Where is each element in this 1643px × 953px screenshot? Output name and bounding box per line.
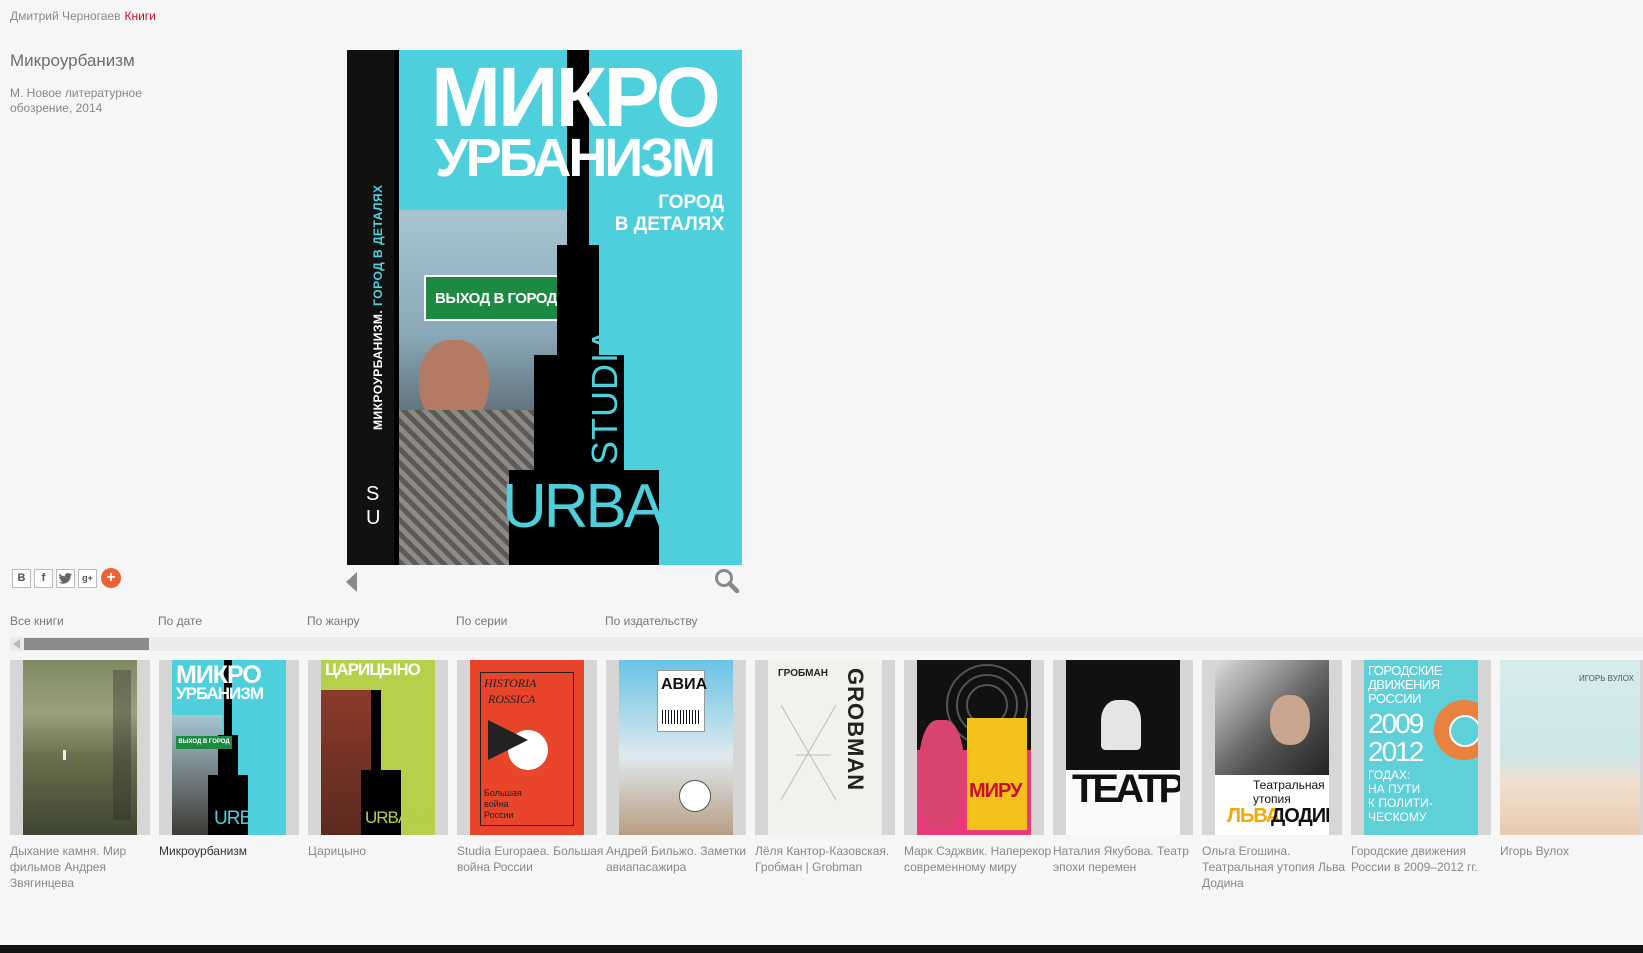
tab-by-date[interactable]: По дате	[158, 614, 202, 628]
magnifier-icon[interactable]	[714, 568, 740, 594]
googleplus-share-icon[interactable]: g+	[78, 568, 97, 588]
book-caption[interactable]: Ольга Егошина. Театральная утопия Льва Д…	[1202, 843, 1354, 891]
book-caption[interactable]: Дыхание камня. Мир фильмов Андрея Звягин…	[10, 843, 162, 891]
cover-subtitle: ГОРОД В ДЕТАЛЯХ	[614, 192, 724, 235]
breadcrumb: Дмитрий Черногаев Книги	[10, 9, 156, 23]
book-caption[interactable]: Царицыно	[308, 843, 460, 859]
cover-spine-series: SU	[366, 483, 381, 529]
more-share-icon[interactable]: +	[101, 568, 121, 588]
book-cover-thumb: МИКРО УРБАНИЗМ ВЫХОД В ГОРОД URBANICA	[172, 660, 286, 835]
shelf-book[interactable]: АВИА Андрей Бильжо. Заметки авиапасажира	[606, 660, 746, 875]
book-cover-thumb: ГРОБМАН GROBMAN	[768, 660, 882, 835]
book-cover-thumb: ГОРОДСКИЕ ДВИЖЕНИЯ РОССИИ 2009 2012 ГОДАХ: Н…	[1364, 660, 1478, 835]
share-buttons: В f g+ +	[12, 568, 121, 588]
tab-by-genre[interactable]: По жанру	[307, 614, 360, 628]
book-caption[interactable]: Лёля Кантор-Казовская. Гробман | Grobman	[755, 843, 907, 875]
shelf-book[interactable]: ГОРОДСКИЕ ДВИЖЕНИЯ РОССИИ 2009 2012 ГОДАХ: Н…	[1351, 660, 1491, 875]
tab-by-series[interactable]: По серии	[456, 614, 507, 628]
breadcrumb-author-link[interactable]: Дмитрий Черногаев	[10, 9, 120, 23]
shelf-book[interactable]: ЦАРИЦЫНО URBANICA Царицыно	[308, 660, 448, 859]
book-cover-thumb: ЦАРИЦЫНО URBANICA	[321, 660, 435, 835]
shelf-book[interactable]: Театральнаяутопия ЛЬВА ДОДИНА Ольга Егош…	[1202, 660, 1345, 891]
cover-front: ВЫХОД В ГОРОД МИКРО УРБАНИЗМ ГОРОД В ДЕТА…	[399, 50, 742, 565]
shelf-book-active[interactable]: МИКРО УРБАНИЗМ ВЫХОД В ГОРОД URBANICA Ми…	[159, 660, 299, 859]
cover-series-line1: STUDIA	[584, 326, 625, 465]
book-title: Микроурбанизм	[10, 51, 135, 70]
twitter-share-icon[interactable]	[56, 568, 75, 588]
tab-all-books[interactable]: Все книги	[10, 614, 64, 628]
shelf-book[interactable]: ТЕАТР Наталия Якубова. Театр эпохи перем…	[1053, 660, 1193, 875]
book-cover-thumb: ИГОРЬ ВУЛОХ	[1500, 660, 1640, 835]
scroll-left-icon[interactable]	[13, 639, 20, 649]
tab-by-publisher[interactable]: По издательству	[605, 614, 697, 628]
shelf-book[interactable]: Дыхание камня. Мир фильмов Андрея Звягин…	[10, 660, 150, 891]
book-caption[interactable]: Микроурбанизм	[159, 843, 311, 859]
book-cover-thumb: HISTORIA ROSSICA Большая война России	[470, 660, 584, 835]
book-caption[interactable]: Марк Сэджвик. Наперекор современному мир…	[904, 843, 1056, 875]
cover-spine-title: МИКРОУРБАНИЗМ. ГОРОД В ДЕТАЛЯХ	[371, 184, 385, 431]
shelf-book[interactable]: ИГОРЬ ВУЛОХ Игорь Вулох	[1500, 660, 1643, 859]
book-cover-thumb: МИРУ	[917, 660, 1031, 835]
cover-series-line2: URBANICA	[502, 472, 742, 541]
shelf-book[interactable]: HISTORIA ROSSICA Большая война России Stud…	[457, 660, 603, 875]
book-publisher-info: М. Новое литературное обозрение, 2014	[10, 86, 142, 115]
book-caption[interactable]: Андрей Бильжо. Заметки авиапасажира	[606, 843, 758, 875]
shelf-scrollbar-thumb[interactable]	[24, 638, 149, 650]
book-cover-thumb: ТЕАТР	[1066, 660, 1180, 835]
breadcrumb-books-link[interactable]: Книги	[124, 9, 155, 23]
vk-share-icon[interactable]: В	[12, 568, 31, 588]
chevron-left-icon[interactable]	[346, 572, 357, 592]
book-caption[interactable]: Studia Europaea. Большая война России	[457, 843, 609, 875]
book-cover-thumb: Театральнаяутопия ЛЬВА ДОДИНА	[1215, 660, 1329, 835]
book-cover-thumb	[23, 660, 137, 835]
page-bottom-border	[0, 945, 1643, 953]
cover-street-sign: ВЫХОД В ГОРОД	[424, 275, 568, 321]
shelf-book[interactable]: МИРУ Марк Сэджвик. Наперекор современном…	[904, 660, 1051, 875]
book-caption[interactable]: Городские движения России в 2009–2012 гг…	[1351, 843, 1503, 875]
book-caption[interactable]: Игорь Вулох	[1500, 843, 1643, 859]
shelf-scrollbar-track[interactable]	[10, 637, 1643, 651]
facebook-share-icon[interactable]: f	[34, 568, 53, 588]
book-caption[interactable]: Наталия Якубова. Театр эпохи перемен	[1053, 843, 1205, 875]
shelf-book[interactable]: ГРОБМАН GROBMAN Лёля Кантор-Казовская. Г…	[755, 660, 895, 875]
cover-title-line2: УРБАНИЗМ	[435, 128, 716, 188]
book-cover-large[interactable]: МИКРОУРБАНИЗМ. ГОРОД В ДЕТАЛЯХ SU ВЫХОД …	[347, 50, 742, 565]
book-cover-thumb: АВИА	[619, 660, 733, 835]
